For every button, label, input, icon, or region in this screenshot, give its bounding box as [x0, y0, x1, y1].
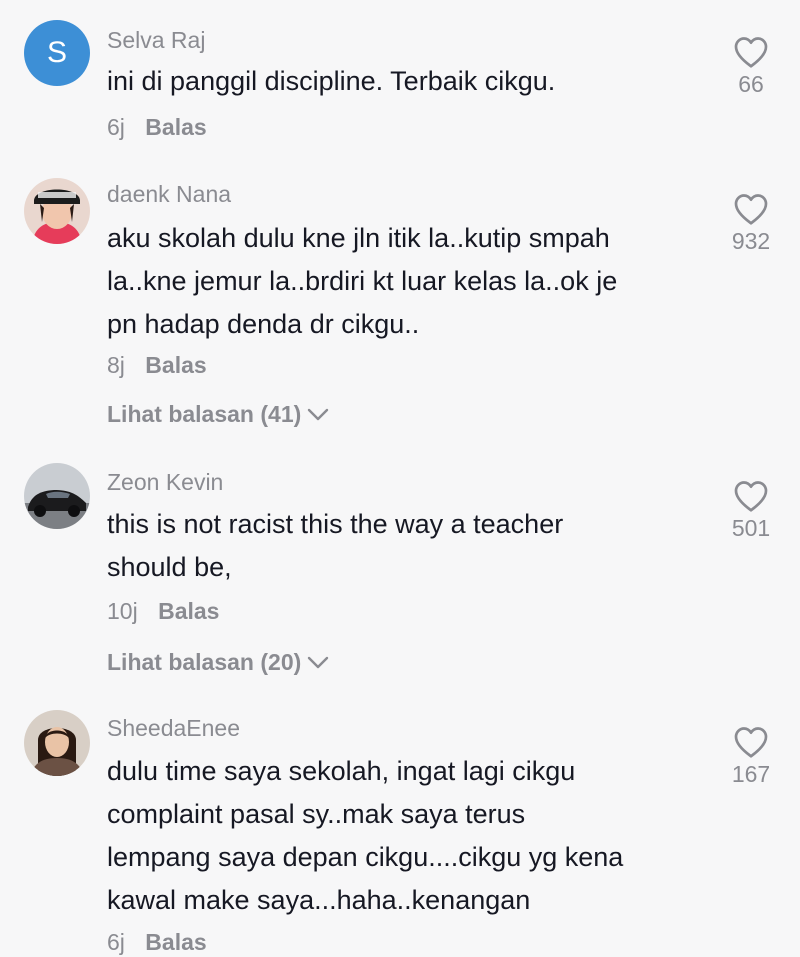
comment-text: dulu time saya sekolah, ingat lagi cikgu… [107, 750, 707, 922]
comment-time: 6j [107, 929, 125, 955]
like-button[interactable]: 932 [720, 192, 782, 255]
comment-text-line: should be, [107, 552, 232, 582]
comment-text: aku skolah dulu kne jln itik la..kutip s… [107, 217, 707, 346]
reply-button[interactable]: Balas [145, 929, 206, 955]
comment-text-line: complaint pasal sy..mak saya terus [107, 799, 526, 829]
reply-button[interactable]: Balas [158, 598, 219, 624]
comment-text-line: pn hadap denda dr cikgu.. [107, 309, 420, 339]
like-button[interactable]: 66 [720, 35, 782, 98]
comment-text-line: lempang saya depan cikgu....cikgu yg ken… [107, 842, 624, 872]
avatar[interactable]: S [24, 20, 90, 86]
reply-button[interactable]: Balas [145, 352, 206, 378]
heart-outline-icon [734, 194, 768, 225]
comment-username[interactable]: Selva Raj [107, 27, 205, 54]
comment-username[interactable]: SheedaEnee [107, 715, 240, 742]
comment-time: 10j [107, 598, 138, 624]
like-button[interactable]: 167 [720, 725, 782, 788]
comment-time: 8j [107, 352, 125, 378]
comment-meta: 8j Balas [107, 352, 207, 379]
comment-username[interactable]: Zeon Kevin [107, 469, 223, 496]
avatar-photo [24, 710, 90, 776]
view-replies-label: Lihat balasan (41) [107, 401, 302, 427]
heart-outline-icon [734, 481, 768, 512]
view-replies-button[interactable]: Lihat balasan (20) [107, 649, 329, 676]
comment-text: ini di panggil discipline. Terbaik cikgu… [107, 60, 707, 103]
like-count: 501 [731, 515, 771, 541]
comment-time: 6j [107, 114, 125, 140]
like-count: 66 [738, 71, 764, 97]
comment-text: this is not racist this the way a teache… [107, 503, 707, 589]
like-count: 932 [731, 228, 771, 254]
comment-text-line: aku skolah dulu kne jln itik la..kutip s… [107, 223, 610, 253]
heart-outline-icon [734, 727, 768, 758]
comment-text-line: kawal make saya...haha..kenangan [107, 885, 531, 915]
like-button[interactable]: 501 [720, 479, 782, 542]
comment-username[interactable]: daenk Nana [107, 181, 231, 208]
comment-meta: 6j Balas [107, 114, 207, 141]
chevron-down-icon [308, 408, 329, 420]
view-replies-button[interactable]: Lihat balasan (41) [107, 401, 329, 428]
comment-text-line: ini di panggil discipline. Terbaik cikgu… [107, 66, 556, 96]
comment-meta: 6j Balas [107, 929, 207, 956]
avatar-letter: S [46, 36, 67, 69]
reply-button[interactable]: Balas [145, 114, 206, 140]
avatar[interactable] [24, 463, 90, 529]
heart-outline-icon [734, 37, 768, 68]
avatar-photo [24, 463, 90, 529]
comment-meta: 10j Balas [107, 598, 219, 625]
avatar[interactable] [24, 710, 90, 776]
comment-text-line: la..kne jemur la..brdiri kt luar kelas l… [107, 266, 618, 296]
avatar[interactable] [24, 178, 90, 244]
view-replies-label: Lihat balasan (20) [107, 649, 302, 675]
comment-text-line: this is not racist this the way a teache… [107, 509, 564, 539]
chevron-down-icon [308, 656, 329, 668]
comment-text-line: dulu time saya sekolah, ingat lagi cikgu [107, 756, 576, 786]
like-count: 167 [731, 761, 771, 787]
avatar-photo [24, 178, 90, 244]
